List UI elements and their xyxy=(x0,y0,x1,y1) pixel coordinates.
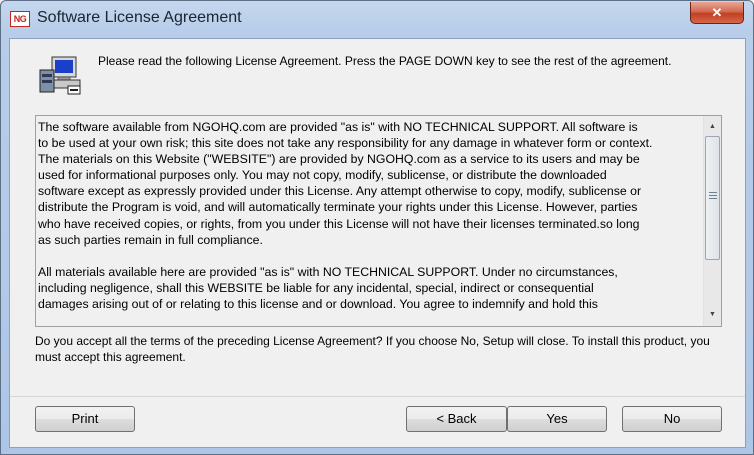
title-bar[interactable]: NG Software License Agreement ✕ xyxy=(1,1,753,37)
vertical-scrollbar[interactable]: ▲ ▼ xyxy=(703,116,721,326)
scroll-thumb[interactable] xyxy=(705,136,720,260)
instructions-text: Please read the following License Agreem… xyxy=(98,54,672,68)
window-title: Software License Agreement xyxy=(37,9,242,26)
license-paragraph-1: The software available from NGOHQ.com ar… xyxy=(38,120,653,247)
grip-icon xyxy=(709,192,717,201)
no-button[interactable]: No xyxy=(622,406,722,432)
divider xyxy=(10,396,745,397)
dialog-body: Please read the following License Agreem… xyxy=(9,38,746,448)
back-button[interactable]: < Back xyxy=(406,406,507,432)
license-text: The software available from NGOHQ.com ar… xyxy=(38,119,698,326)
license-dialog-window: NG Software License Agreement ✕ Please r… xyxy=(0,0,754,455)
computer-install-icon xyxy=(39,56,81,95)
yes-button[interactable]: Yes xyxy=(507,406,607,432)
accept-question-text: Do you accept all the terms of the prece… xyxy=(35,334,710,364)
scroll-down-arrow-icon[interactable]: ▼ xyxy=(704,306,721,323)
license-paragraph-2: All materials available here are provide… xyxy=(38,264,618,311)
close-button[interactable]: ✕ xyxy=(690,2,744,24)
print-button[interactable]: Print xyxy=(35,406,135,432)
scroll-up-arrow-icon[interactable]: ▲ xyxy=(704,118,721,135)
app-logo-icon: NG xyxy=(10,11,30,27)
license-textbox[interactable]: The software available from NGOHQ.com ar… xyxy=(35,115,722,327)
